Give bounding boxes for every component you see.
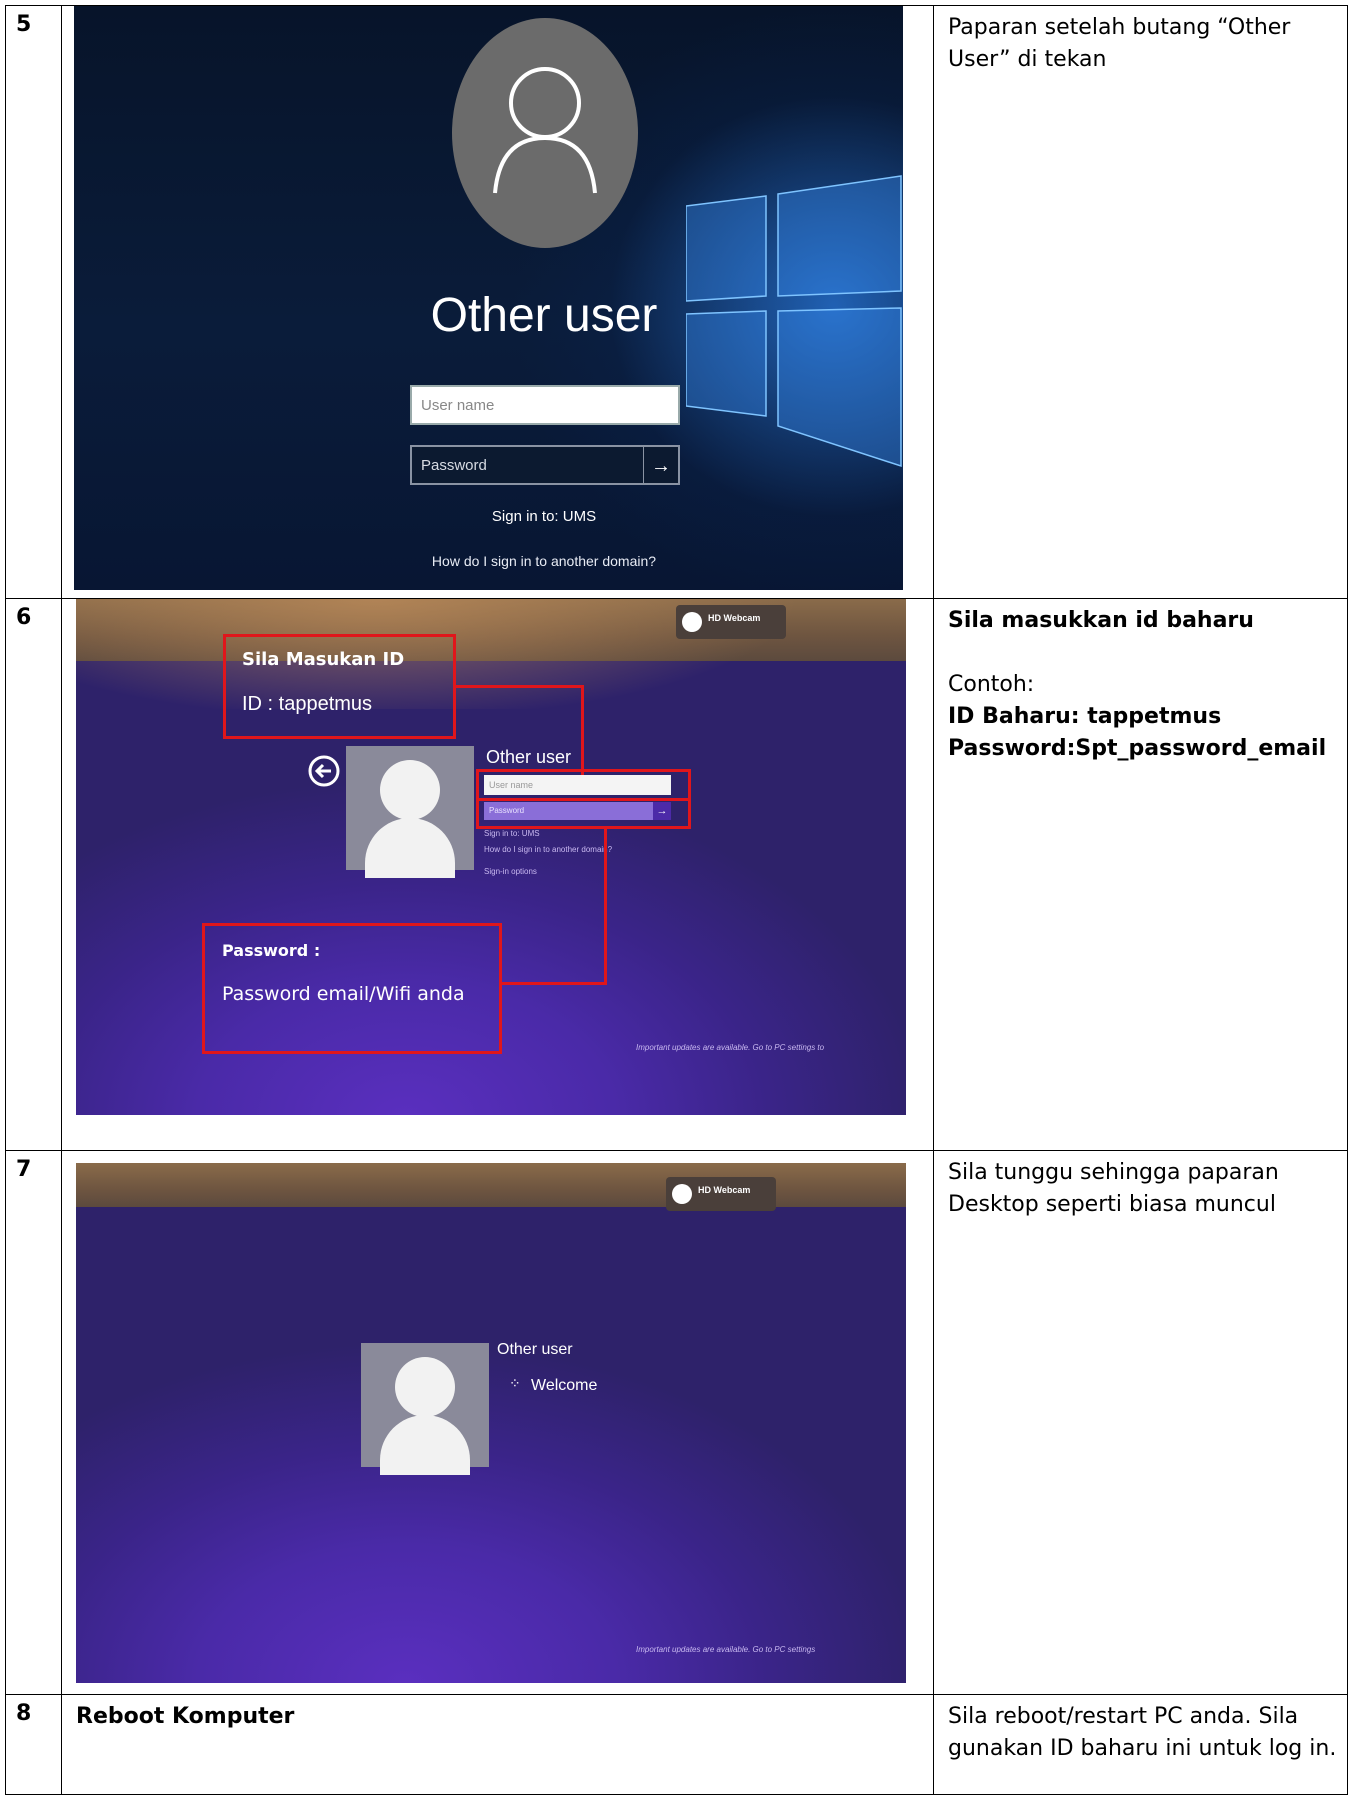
password-placeholder: Password bbox=[421, 457, 487, 474]
desc-example-label: Contoh: bbox=[948, 672, 1035, 697]
step-number: 8 bbox=[5, 1694, 62, 1795]
sign-in-options-link[interactable]: Sign-in options bbox=[484, 867, 537, 876]
step-action: Reboot Komputer bbox=[61, 1694, 934, 1795]
person-icon bbox=[395, 1357, 455, 1417]
updates-notice: Important updates are available. Go to P… bbox=[636, 1645, 816, 1654]
login-photo-with-annotations: HD Webcam Other user User name Password … bbox=[76, 599, 906, 1115]
user-tile bbox=[346, 746, 474, 878]
password-annotation-title: Password : bbox=[222, 941, 321, 960]
user-avatar bbox=[452, 18, 638, 248]
step-row-5: 5 Other user User name Password → Sign i… bbox=[5, 5, 1348, 599]
step-description: Sila reboot/restart PC anda. Sila gunaka… bbox=[933, 1694, 1348, 1795]
step-row-7: 7 HD Webcam Other user ⁘ Welcome Importa… bbox=[5, 1150, 1348, 1695]
desc-title: Sila masukkan id baharu bbox=[948, 608, 1254, 633]
other-user-label: Other user bbox=[497, 1341, 573, 1358]
welcome-photo: HD Webcam Other user ⁘ Welcome Important… bbox=[76, 1163, 906, 1683]
step-number: 7 bbox=[5, 1150, 62, 1695]
updates-notice: Important updates are available. Go to P… bbox=[636, 1043, 825, 1052]
person-icon bbox=[380, 760, 440, 820]
step-row-8: 8 Reboot Komputer Sila reboot/restart PC… bbox=[5, 1694, 1348, 1795]
step-description: Paparan setelah butang “Other User” di t… bbox=[933, 5, 1348, 599]
loading-spinner-icon: ⁘ bbox=[509, 1375, 521, 1391]
step-number: 6 bbox=[5, 598, 62, 1151]
screenshot-cell: HD Webcam Other user User name Password … bbox=[61, 598, 934, 1151]
instruction-table: 5 Other user User name Password → Sign i… bbox=[5, 5, 1348, 1795]
other-domain-link[interactable]: How do I sign in to another domain? bbox=[484, 845, 612, 854]
step-number: 5 bbox=[5, 5, 62, 599]
webcam-sticker: HD Webcam bbox=[666, 1177, 776, 1211]
password-field[interactable]: Password → bbox=[410, 445, 680, 485]
username-field[interactable]: User name bbox=[410, 385, 680, 425]
desc-new-id: ID Baharu: tappetmus bbox=[948, 704, 1222, 729]
other-user-title: Other user bbox=[430, 289, 658, 342]
step-description: Sila masukkan id baharu Contoh: ID Bahar… bbox=[933, 598, 1348, 1151]
webcam-sticker: HD Webcam bbox=[676, 605, 786, 639]
screenshot-cell: Other user User name Password → Sign in … bbox=[61, 5, 934, 599]
id-annotation-title: Sila Masukan ID bbox=[242, 649, 405, 670]
webcam-dot-icon bbox=[672, 1184, 692, 1204]
desc-password: Password:Spt_password_email bbox=[948, 736, 1327, 761]
webcam-dot-icon bbox=[682, 612, 702, 632]
screenshot-cell: HD Webcam Other user ⁘ Welcome Important… bbox=[61, 1150, 934, 1695]
sign-in-domain-text: Sign in to: UMS bbox=[484, 829, 540, 838]
step-row-6: 6 HD Webcam Other user User name Passwor… bbox=[5, 598, 1348, 1151]
user-icon bbox=[493, 67, 597, 194]
step-description: Sila tunggu sehingga paparan Desktop sep… bbox=[933, 1150, 1348, 1695]
welcome-text: Welcome bbox=[531, 1377, 598, 1394]
sign-in-domain-text: Sign in to: UMS bbox=[491, 508, 597, 525]
back-arrow-icon[interactable] bbox=[304, 751, 344, 791]
submit-arrow-icon[interactable]: → bbox=[643, 447, 678, 483]
laptop-bezel bbox=[76, 1163, 906, 1207]
other-domain-link[interactable]: How do I sign in to another domain? bbox=[324, 553, 764, 569]
windows10-login-screenshot: Other user User name Password → Sign in … bbox=[74, 6, 903, 590]
other-user-label: Other user bbox=[486, 747, 572, 767]
password-annotation-text: Password email/Wifi anda bbox=[222, 983, 465, 1005]
windows-logo-icon bbox=[686, 175, 902, 468]
user-tile bbox=[361, 1343, 489, 1475]
id-annotation-text: ID : tappetmus bbox=[242, 693, 373, 715]
